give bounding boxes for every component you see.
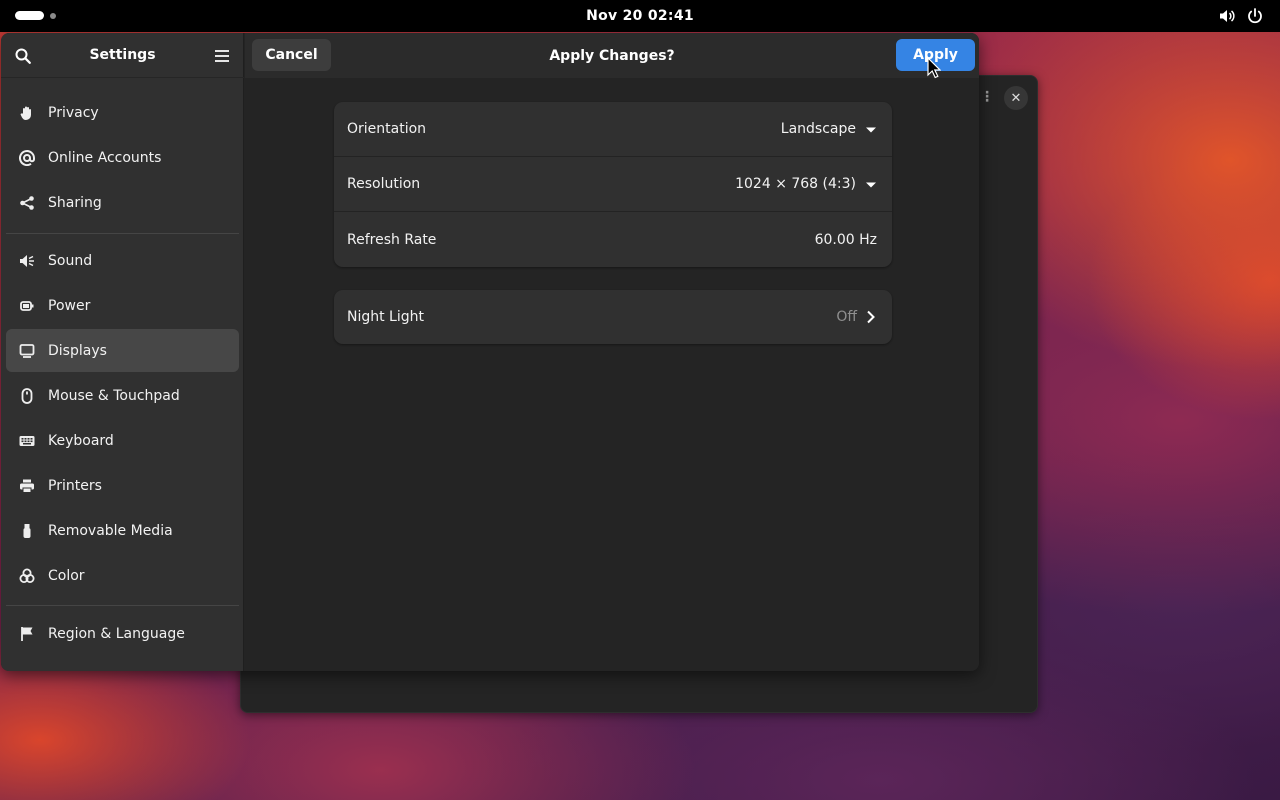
clock[interactable]: Nov 20 02:41 (586, 8, 694, 24)
sidebar-item-label: Region & Language (48, 625, 185, 642)
power-icon[interactable] (1246, 7, 1264, 25)
at-icon (18, 149, 36, 167)
sidebar-item-label: Color (48, 567, 85, 584)
sidebar-item-region-language[interactable]: Region & Language (6, 612, 239, 655)
kebab-menu-icon[interactable]: ⋮ (980, 90, 994, 104)
dropdown-arrow-icon[interactable] (865, 179, 877, 191)
sidebar-item-label: Printers (48, 477, 102, 494)
night-light-status: Off (836, 309, 857, 325)
sidebar-item-label: Keyboard (48, 432, 114, 449)
hamburger-menu-icon[interactable] (212, 46, 232, 66)
battery-icon (18, 297, 36, 315)
sidebar-title: Settings (89, 47, 156, 63)
sidebar-item-sound[interactable]: Sound (6, 239, 239, 282)
share-icon (18, 194, 36, 212)
search-icon[interactable] (13, 46, 33, 66)
dialog-title: Apply Changes? (549, 47, 675, 64)
sidebar-header: Settings (1, 33, 244, 78)
mouse-icon (18, 387, 36, 405)
sidebar-item-removable-media[interactable]: Removable Media (6, 509, 239, 552)
cancel-button[interactable]: Cancel (252, 39, 331, 71)
sidebar-item-label: Removable Media (48, 522, 173, 539)
settings-window: Settings Privacy Online Accounts Sharing… (1, 33, 979, 671)
night-light-row[interactable]: Night Light Off (334, 290, 892, 344)
volume-icon[interactable] (1218, 7, 1236, 25)
night-light-label: Night Light (347, 309, 424, 325)
sidebar-item-printers[interactable]: Printers (6, 464, 239, 507)
chevron-right-icon (866, 310, 876, 328)
speaker-icon (18, 252, 36, 270)
sidebar-item-keyboard[interactable]: Keyboard (6, 419, 239, 462)
refresh-rate-label: Refresh Rate (347, 231, 437, 248)
color-icon (18, 567, 36, 585)
sidebar-item-label: Online Accounts (48, 149, 162, 166)
flag-icon (18, 625, 36, 643)
displays-panel: Cancel Apply Changes? Apply Orientation … (245, 33, 979, 671)
sidebar-item-label: Mouse & Touchpad (48, 387, 180, 404)
sidebar-item-power[interactable]: Power (6, 284, 239, 327)
sidebar-item-privacy[interactable]: Privacy (6, 91, 239, 134)
activities-button[interactable] (15, 11, 56, 20)
sidebar-item-label: Privacy (48, 104, 99, 121)
sidebar: Settings Privacy Online Accounts Sharing… (1, 33, 244, 671)
dropdown-arrow-icon[interactable] (865, 124, 877, 136)
top-bar: Nov 20 02:41 (0, 0, 1280, 32)
keyboard-icon (18, 432, 36, 450)
sidebar-item-color[interactable]: Color (6, 554, 239, 597)
display-settings-card: Orientation Landscape Resolution 1024 × … (334, 102, 892, 267)
sidebar-item-label: Displays (48, 342, 107, 359)
printer-icon (18, 477, 36, 495)
resolution-row[interactable]: Resolution 1024 × 768 (4:3) (334, 157, 892, 212)
sidebar-item-label: Sharing (48, 194, 102, 211)
night-light-card: Night Light Off (334, 290, 892, 344)
orientation-label: Orientation (347, 121, 427, 137)
orientation-value[interactable]: Landscape (781, 121, 856, 137)
refresh-rate-value: 60.00 Hz (814, 231, 877, 248)
hand-icon (18, 104, 36, 122)
usb-icon (18, 522, 36, 540)
sidebar-item-mouse-touchpad[interactable]: Mouse & Touchpad (6, 374, 239, 417)
sidebar-item-displays[interactable]: Displays (6, 329, 239, 372)
sidebar-separator (6, 605, 239, 606)
workspace-indicator (50, 12, 56, 19)
close-icon[interactable]: ✕ (1004, 86, 1028, 110)
system-tray[interactable] (1218, 7, 1264, 25)
resolution-value[interactable]: 1024 × 768 (4:3) (735, 176, 856, 192)
mouse-pointer (927, 56, 942, 83)
sidebar-item-label: Sound (48, 252, 93, 269)
sidebar-item-sharing[interactable]: Sharing (6, 181, 239, 224)
dialog-header: Cancel Apply Changes? Apply (245, 33, 979, 78)
orientation-row[interactable]: Orientation Landscape (334, 102, 892, 157)
sidebar-item-label: Power (48, 297, 91, 314)
display-icon (18, 342, 36, 360)
workspace-active-indicator (15, 11, 44, 20)
sidebar-item-online-accounts[interactable]: Online Accounts (6, 136, 239, 179)
resolution-label: Resolution (347, 176, 421, 192)
refresh-rate-row: Refresh Rate 60.00 Hz (334, 212, 892, 267)
sidebar-separator (6, 233, 239, 234)
